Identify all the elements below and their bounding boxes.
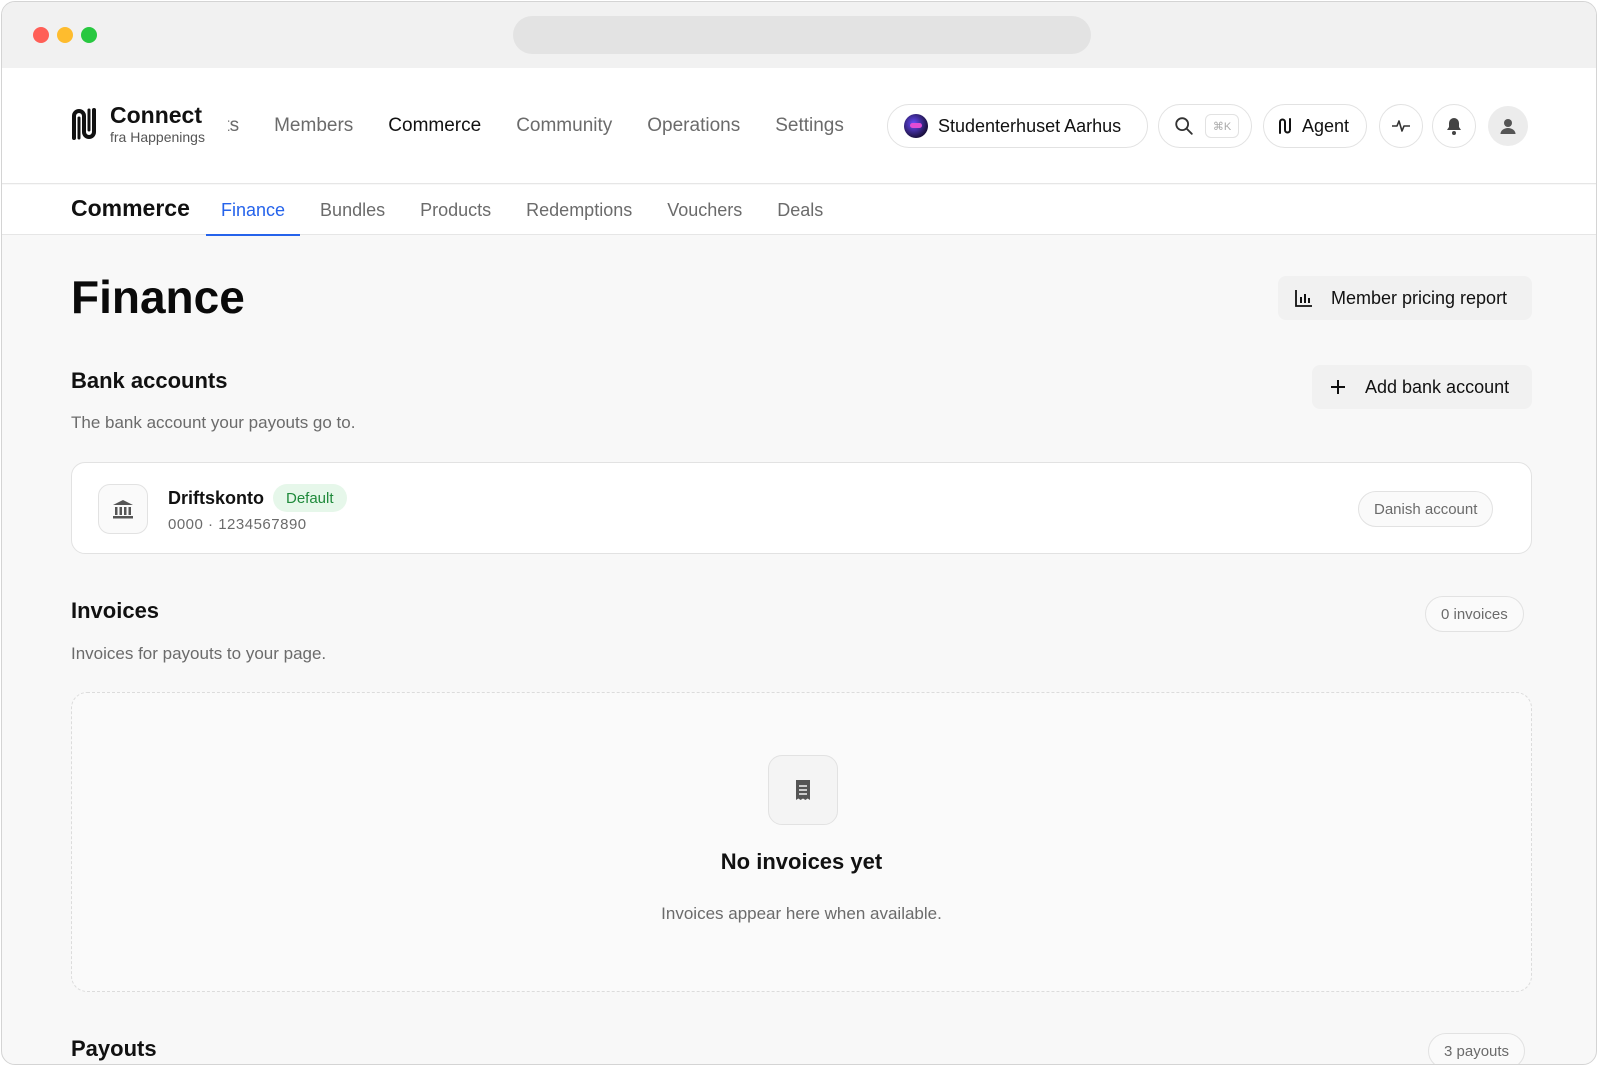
bank-account-card[interactable]: Driftskonto Default 0000 · 1234567890 Da…: [71, 462, 1532, 554]
user-menu-button[interactable]: [1488, 106, 1528, 146]
agent-button[interactable]: Agent: [1263, 104, 1367, 148]
invoice-count-badge: 0 invoices: [1425, 596, 1524, 632]
bank-icon-container: [98, 484, 148, 534]
payouts-title: Payouts: [71, 1036, 157, 1061]
receipt-icon-container: [768, 755, 838, 825]
bank-icon: [113, 500, 133, 519]
main-nav-community[interactable]: Community: [516, 115, 612, 137]
main-nav-events[interactable]: Events: [228, 115, 239, 137]
notifications-button[interactable]: [1432, 104, 1476, 148]
account-type-badge: Danish account: [1358, 491, 1494, 527]
tab-deals[interactable]: Deals: [762, 185, 838, 235]
brand[interactable]: Connect fra Happenings: [70, 102, 205, 146]
browser-window: Connect fra Happenings Events Members Co…: [1, 1, 1597, 1065]
member-pricing-report-button[interactable]: Member pricing report: [1278, 276, 1532, 320]
connect-logo-icon: [72, 108, 96, 140]
default-badge: Default: [273, 484, 347, 512]
top-navigation: Connect fra Happenings Events Members Co…: [2, 68, 1596, 184]
search-button[interactable]: ⌘K: [1158, 104, 1252, 148]
invoices-description: Invoices for payouts to your page.: [71, 644, 327, 663]
main-nav: Events Members Commerce Community Operat…: [228, 68, 884, 184]
tab-bundles[interactable]: Bundles: [305, 185, 400, 235]
bank-account-number: 0000 · 1234567890: [168, 516, 307, 533]
close-window-button[interactable]: [33, 27, 49, 43]
invoices-title: Invoices: [71, 598, 160, 623]
bank-account-name: Driftskonto: [168, 488, 264, 508]
agent-label: Agent: [1302, 115, 1350, 136]
empty-state-description: Invoices appear here when available.: [661, 904, 942, 923]
bank-accounts-title: Bank accounts: [71, 368, 228, 393]
payout-count-badge: 3 payouts: [1428, 1033, 1526, 1064]
bank-accounts-description: The bank account your payouts go to.: [71, 413, 356, 432]
bell-icon: [1447, 118, 1461, 135]
empty-state-title: No invoices yet: [720, 849, 883, 874]
receipt-icon: [796, 780, 810, 800]
agent-logo-icon: [1279, 118, 1291, 134]
plus-icon: [1331, 380, 1345, 394]
main-nav-operations[interactable]: Operations: [647, 115, 740, 137]
section-title: Commerce: [71, 195, 190, 221]
brand-name: Connect: [110, 102, 202, 128]
invoices-empty-state: No invoices yet Invoices appear here whe…: [71, 692, 1532, 992]
search-icon: [1175, 117, 1193, 135]
sub-navigation: Commerce Finance Bundles Products Redemp…: [2, 185, 1596, 236]
brand-subtitle: fra Happenings: [110, 129, 205, 145]
title-bar: [2, 2, 1596, 68]
activity-button[interactable]: [1379, 104, 1423, 148]
add-bank-account-button[interactable]: Add bank account: [1312, 365, 1532, 409]
search-shortcut: ⌘K: [1205, 114, 1239, 138]
org-name: Studenterhuset Aarhus: [938, 115, 1122, 136]
tab-products[interactable]: Products: [405, 185, 506, 235]
main-nav-settings[interactable]: Settings: [775, 115, 844, 137]
main-nav-commerce[interactable]: Commerce: [388, 115, 481, 137]
bar-chart-icon: [1295, 290, 1312, 307]
org-avatar: [904, 114, 928, 138]
maximize-window-button[interactable]: [81, 27, 97, 43]
tab-finance[interactable]: Finance: [206, 185, 301, 236]
activity-icon: [1392, 120, 1410, 132]
minimize-window-button[interactable]: [57, 27, 73, 43]
tab-redemptions[interactable]: Redemptions: [511, 185, 647, 235]
add-bank-account-label: Add bank account: [1365, 376, 1510, 397]
address-bar[interactable]: [513, 16, 1091, 54]
page-title: Finance: [71, 271, 245, 323]
member-pricing-report-label: Member pricing report: [1331, 287, 1508, 308]
tab-vouchers[interactable]: Vouchers: [652, 185, 757, 235]
user-icon: [1500, 119, 1516, 134]
sub-nav-tabs: Finance Bundles Products Redemptions Vou…: [206, 185, 843, 236]
main-nav-members[interactable]: Members: [274, 115, 353, 137]
organization-switcher[interactable]: Studenterhuset Aarhus: [887, 104, 1148, 148]
